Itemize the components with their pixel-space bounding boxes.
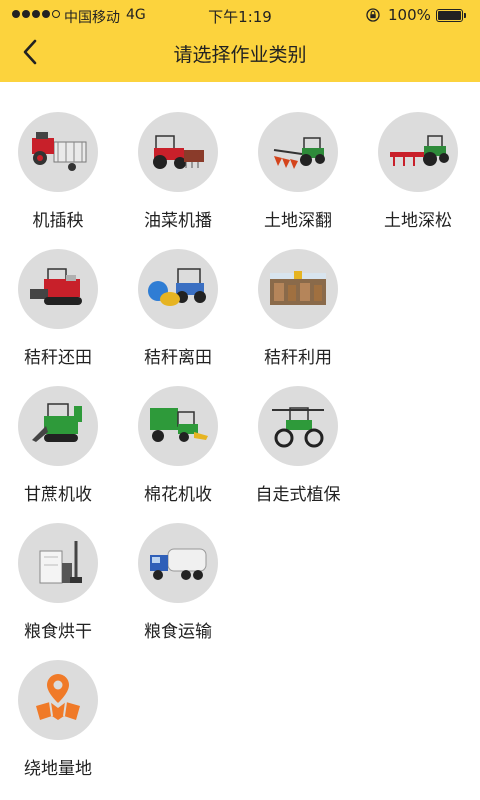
status-bar: 中国移动 4G 下午1:19 100% — [0, 0, 480, 30]
cotton-picker-icon — [150, 408, 208, 442]
category-label: 绕地量地 — [24, 759, 92, 779]
page-title: 请选择作业类别 — [173, 44, 307, 66]
land-measure-icon — [36, 674, 80, 720]
rice-transplanter-icon — [32, 132, 87, 171]
category-cotton-harvest[interactable]: 棉花机收 — [120, 356, 240, 505]
category-deep-plough[interactable]: 土地深翻 — [240, 82, 360, 231]
category-subsoiler[interactable]: 土地深松 — [360, 82, 480, 231]
category-straw-utilization[interactable]: 秸秆利用 — [240, 219, 360, 368]
category-land-measure[interactable]: 绕地量地 — [0, 630, 120, 779]
category-rapeseed-seeder[interactable]: 油菜机播 — [120, 82, 240, 231]
category-grain-transport[interactable]: 粮食运输 — [120, 493, 240, 642]
grain-truck-icon — [150, 548, 207, 580]
app-header: 中国移动 4G 下午1:19 100% 请选择作业类别 — [0, 0, 480, 82]
subsoiler-icon — [390, 135, 449, 166]
straw-utilization-icon — [270, 271, 326, 305]
battery-icon — [436, 9, 466, 22]
category-grain-drying[interactable]: 粮食烘干 — [0, 493, 120, 642]
straw-return-harvester-icon — [30, 268, 82, 305]
rapeseed-seeder-icon — [153, 135, 204, 169]
category-straw-removal[interactable]: 秸秆离田 — [120, 219, 240, 368]
category-label: 粮食运输 — [144, 622, 212, 642]
deep-plough-icon — [273, 137, 325, 169]
category-sugarcane-harvest[interactable]: 甘蔗机收 — [0, 356, 120, 505]
rotation-lock-icon — [366, 8, 380, 22]
sugarcane-harvester-icon — [32, 403, 82, 442]
straw-baler-icon — [148, 268, 206, 306]
battery-percent: 100% — [388, 6, 431, 24]
grain-dryer-icon — [39, 541, 82, 584]
category-label: 土地深松 — [384, 211, 452, 231]
category-rice-transplanter[interactable]: 机插秧 — [0, 82, 120, 231]
category-self-propelled-sprayer[interactable]: 自走式植保 — [240, 356, 360, 505]
category-label: 自走式植保 — [255, 485, 341, 505]
sprayer-icon — [272, 407, 324, 448]
category-straw-return[interactable]: 秸秆还田 — [0, 219, 120, 368]
